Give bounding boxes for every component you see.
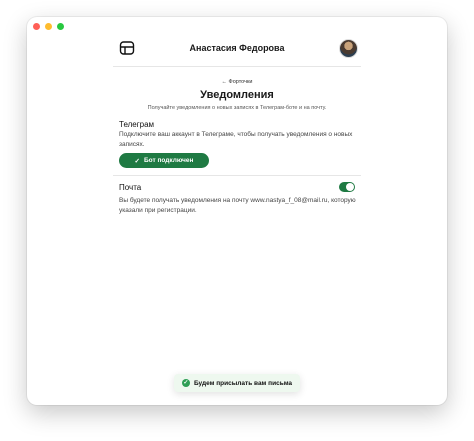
minimize-window-button[interactable] [45,23,52,30]
page-title: Уведомления [200,89,274,101]
email-notifications-toggle[interactable] [339,182,355,192]
zoom-window-button[interactable] [57,23,64,30]
user-name: Анастасия Федорова [189,43,285,53]
avatar[interactable] [339,39,358,58]
close-window-button[interactable] [33,23,40,30]
window-controls [33,23,64,30]
section-divider [113,175,361,176]
toast-notification: ✓ Будем присылать вам письма [174,374,300,392]
bot-connected-label: Бот подключен [143,157,194,164]
telegram-section-description: Подключите ваш аккаунт в Телеграме, чтоб… [119,131,353,148]
telegram-section-title: Телеграм [119,120,155,129]
toast-message: Будем присылать вам письма [193,379,293,387]
email-section-title: Почта [119,183,142,192]
header: Анастасия Федорова [113,37,361,67]
page-subtitle: Получайте уведомления о новых записях в … [147,105,327,111]
back-link[interactable]: ← Форточки [27,79,447,85]
check-icon: ✓ [134,157,140,165]
app-window: Анастасия Федорова ← Форточки Уведомлени… [27,17,447,405]
toggle-knob [346,183,354,191]
bot-connected-button[interactable]: ✓ Бот подключен [119,153,209,168]
email-section-description: Вы будете получать уведомления на почту … [119,197,356,214]
check-circle-icon: ✓ [181,379,190,387]
